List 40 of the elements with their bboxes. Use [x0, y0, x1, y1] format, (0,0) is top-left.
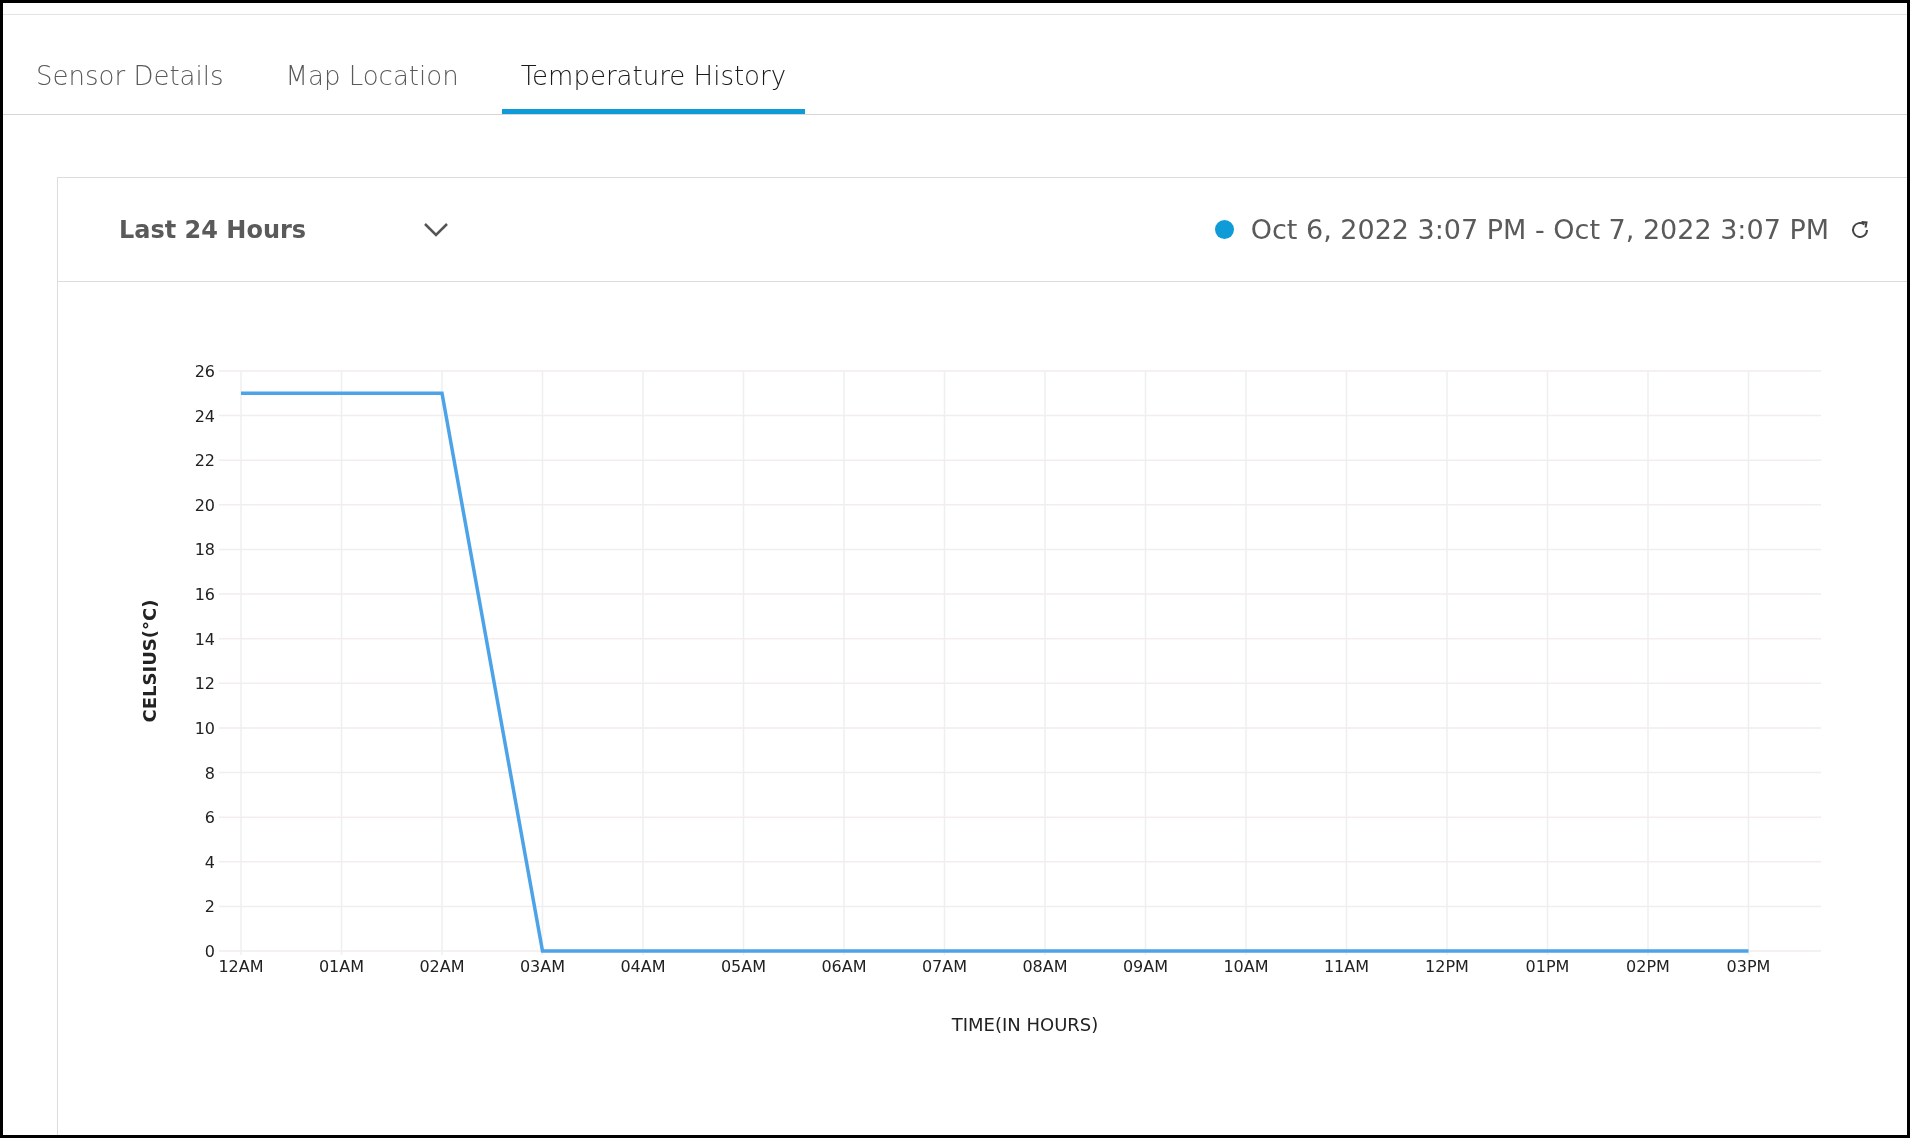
y-tick-label: 0: [204, 942, 215, 961]
y-tick-label: 12: [194, 674, 215, 694]
y-tick-label: 6: [204, 808, 215, 828]
x-tick-label: 08AM: [1022, 957, 1068, 976]
y-tick-label: 24: [194, 406, 215, 426]
y-tick-label: 20: [194, 495, 215, 515]
x-tick-label: 01PM: [1525, 957, 1570, 976]
y-tick-label: 14: [194, 629, 215, 649]
x-tick-label: 09AM: [1122, 957, 1169, 976]
chevron-down-icon: [423, 221, 449, 238]
range-dropdown[interactable]: Last 24 Hours: [119, 215, 449, 244]
x-tick-label: 12AM: [218, 957, 264, 976]
y-tick-label: 4: [204, 852, 215, 872]
y-axis-title: CELSIUS(°C): [139, 599, 160, 723]
x-tick-label: 12PM: [1425, 957, 1469, 976]
y-tick-label: 8: [204, 763, 215, 783]
y-tick-label: 16: [194, 585, 215, 605]
y-tick-label: 26: [194, 362, 215, 381]
y-tick-label: 18: [194, 540, 215, 560]
x-axis-title: TIME(IN HOURS): [951, 1014, 1099, 1035]
x-tick-label: 06AM: [821, 957, 867, 976]
x-tick-label: 05AM: [720, 957, 767, 976]
x-tick-label: 01AM: [318, 957, 365, 976]
y-tick-label: 10: [194, 718, 215, 738]
x-tick-label: 03AM: [519, 957, 566, 976]
tab[interactable]: Temperature History: [501, 61, 806, 114]
x-tick-label: 02PM: [1626, 957, 1670, 976]
x-tick-label: 03PM: [1726, 957, 1771, 976]
legend-dot: [1214, 220, 1234, 239]
tab[interactable]: Sensor Details: [17, 61, 243, 114]
tab[interactable]: Map Location: [266, 61, 478, 114]
date-range: Oct 6, 2022 3:07 PM - Oct 7, 2022 3:07 PM: [1250, 214, 1829, 245]
refresh-icon[interactable]: [1849, 218, 1871, 241]
x-tick-label: 11AM: [1323, 957, 1370, 976]
y-tick-label: 2: [204, 897, 215, 917]
x-tick-label: 07AM: [921, 957, 968, 976]
y-tick-label: 22: [194, 451, 215, 471]
x-tick-label: 10AM: [1223, 957, 1269, 976]
x-tick-label: 02AM: [419, 957, 465, 976]
x-tick-label: 04AM: [620, 957, 666, 976]
